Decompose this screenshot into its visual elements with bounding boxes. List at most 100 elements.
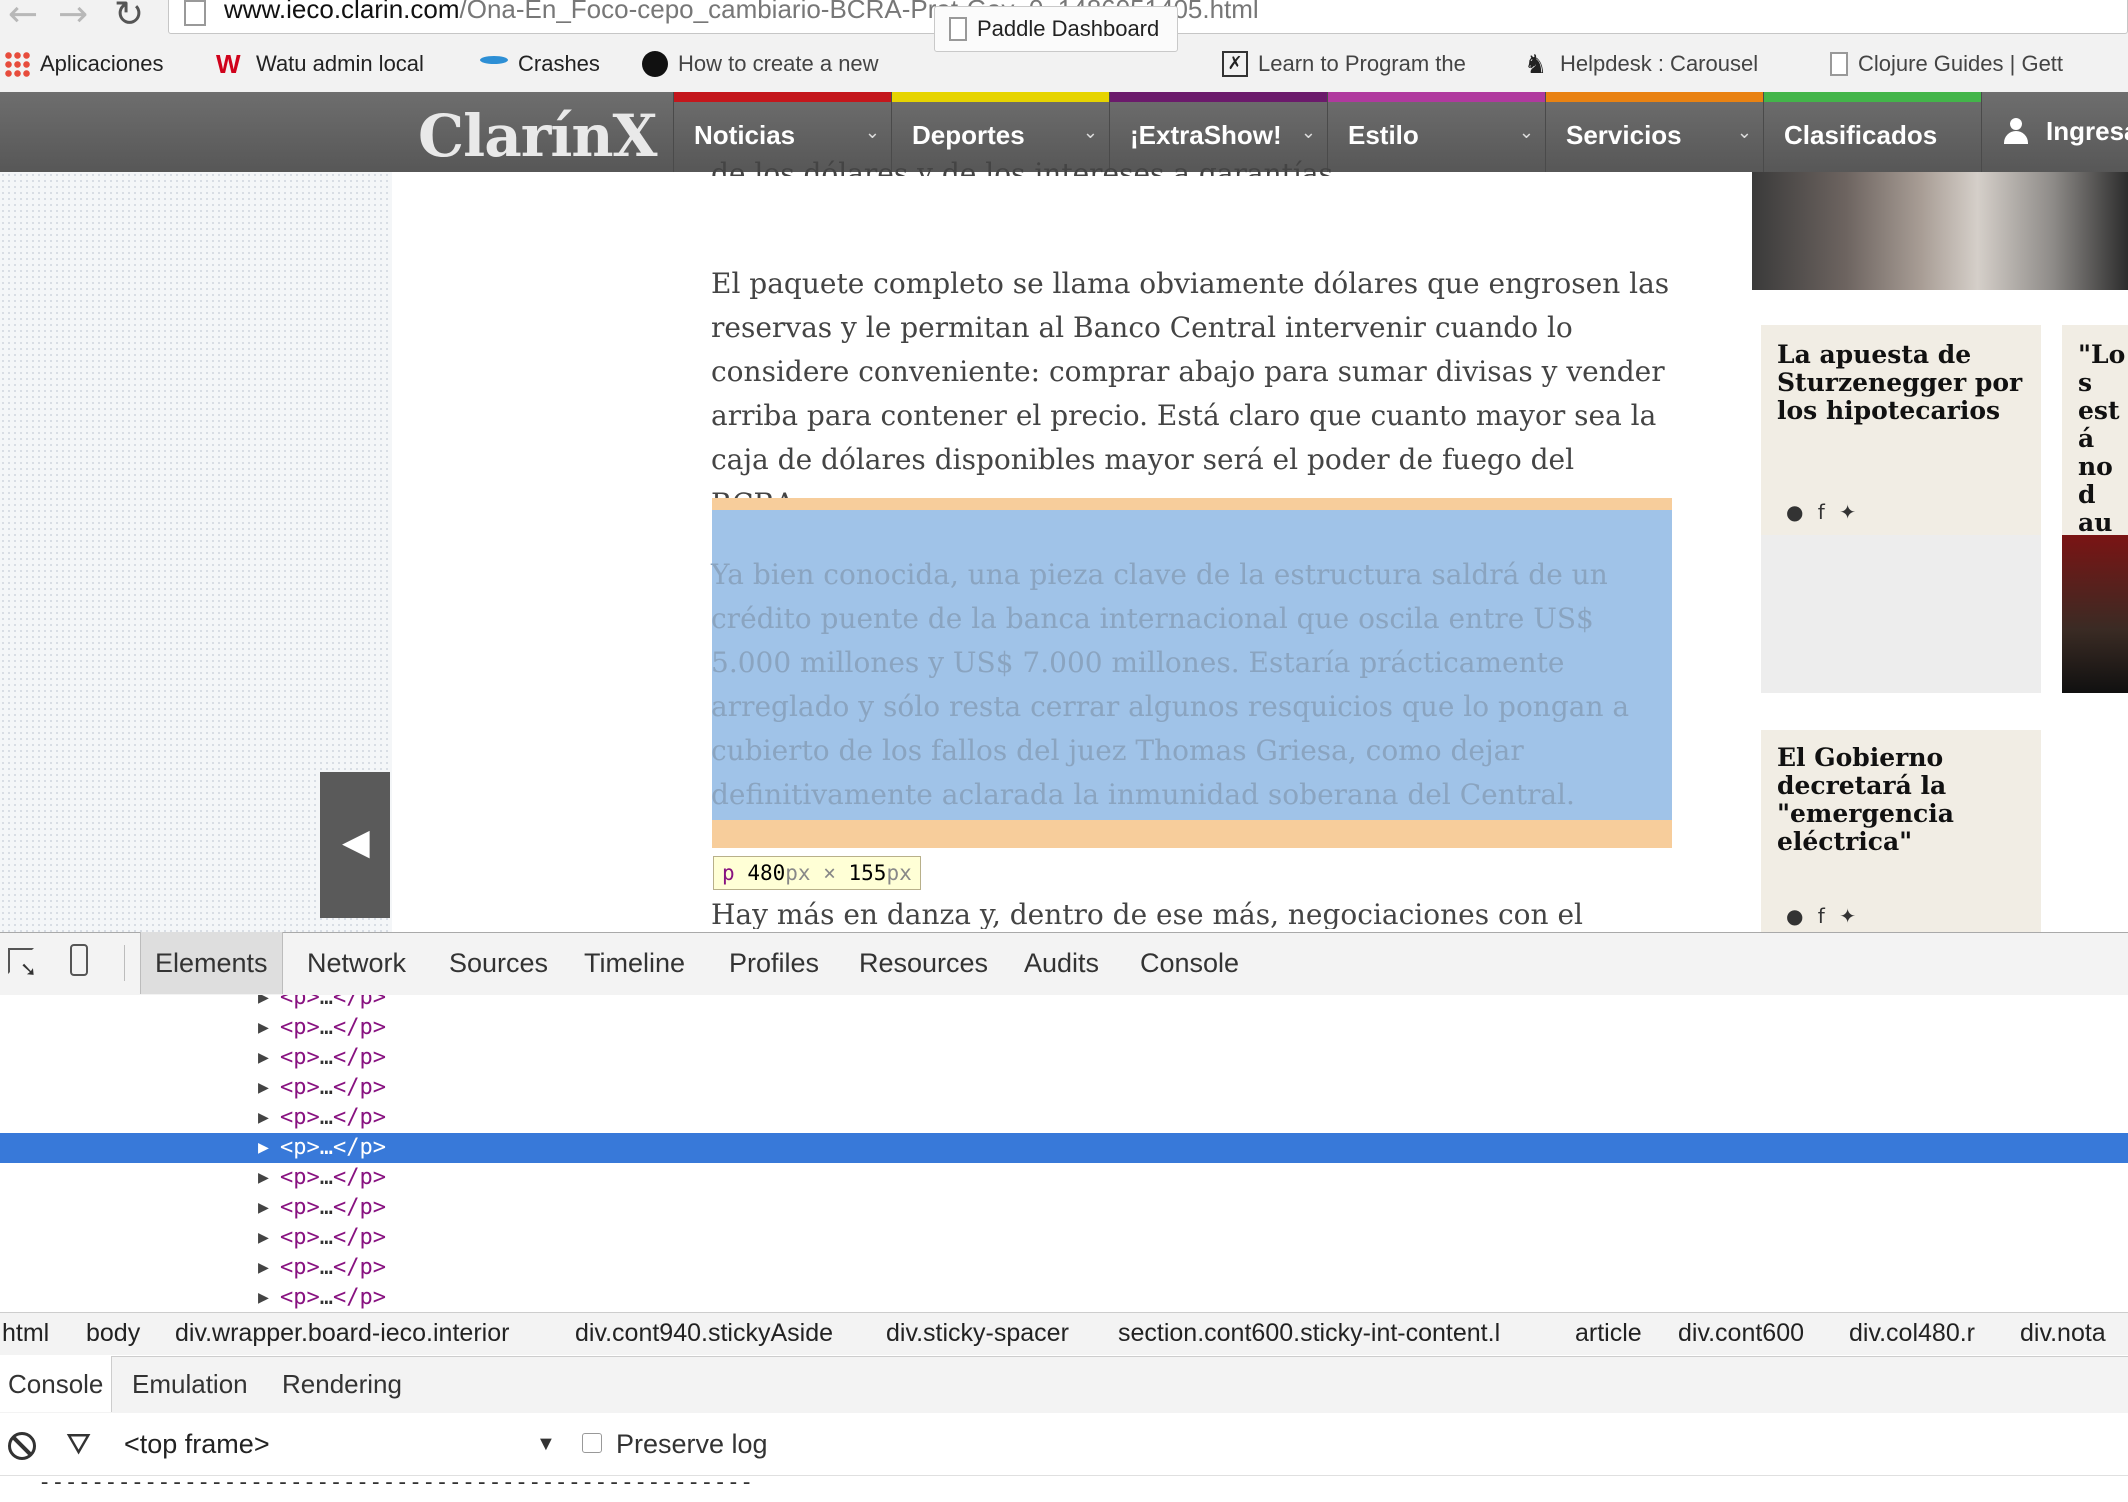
- filter-icon[interactable]: ⛛: [66, 1430, 91, 1460]
- card-title[interactable]: La apuesta de Sturzenegger por los hipot…: [1777, 341, 2027, 425]
- breadcrumb-item[interactable]: section.cont600.sticky-int-content.l: [1118, 1312, 1500, 1354]
- breadcrumb-item[interactable]: div.wrapper.board-ieco.interior: [175, 1312, 509, 1354]
- toolbar-divider: [124, 945, 125, 981]
- breadcrumb-item[interactable]: div.cont940.stickyAside: [575, 1312, 833, 1354]
- bookmark-helpdesk[interactable]: ♞ Helpdesk : Carousel: [1524, 36, 1758, 92]
- expand-triangle-icon: ▶: [258, 1257, 269, 1278]
- chevron-down-icon: ⌄: [1736, 122, 1752, 142]
- dom-node[interactable]: ▶ <p>…</p>: [0, 995, 2128, 1013]
- related-card[interactable]: "Los está no d aum: [2062, 325, 2128, 535]
- share-icons[interactable]: ● f ✦: [1786, 904, 1860, 928]
- expand-triangle-icon: ▶: [258, 995, 269, 1008]
- chevron-down-icon: ⌄: [1300, 122, 1316, 142]
- nav-color-bar: [1546, 92, 1764, 102]
- nav-clasificados[interactable]: Clasificados: [1763, 92, 1982, 172]
- github-icon: [642, 51, 668, 77]
- chevron-down-icon: ⌄: [1518, 122, 1534, 142]
- site-logo[interactable]: ClarínX: [418, 102, 658, 170]
- nav-label: Servicios: [1566, 120, 1682, 150]
- bookmark-watu[interactable]: W Watu admin local: [216, 36, 424, 92]
- breadcrumb-item[interactable]: div.sticky-spacer: [886, 1312, 1069, 1354]
- article-photo[interactable]: [1752, 172, 2128, 290]
- dom-node[interactable]: ▶ <p>…</p>: [0, 1073, 2128, 1103]
- dom-node[interactable]: ▶ <p>…</p>: [0, 1193, 2128, 1223]
- breadcrumb-item[interactable]: div.cont600: [1678, 1312, 1804, 1354]
- tab-console[interactable]: Console: [1126, 932, 1253, 994]
- breadcrumb-item[interactable]: div.nota: [2020, 1312, 2106, 1354]
- clear-console-icon[interactable]: [8, 1432, 36, 1460]
- nav-color-bar: [1110, 92, 1328, 102]
- article-paragraph: El paquete completo se llama obviamente …: [711, 267, 1670, 520]
- bookmark-paddle[interactable]: Paddle Dashboard: [934, 6, 1179, 52]
- expand-triangle-icon: ▶: [258, 1077, 269, 1098]
- bookmark-label: Clojure Guides | Gett: [1858, 51, 2064, 76]
- drawer-tab-emulation[interactable]: Emulation: [124, 1356, 256, 1412]
- dom-node[interactable]: ▶ <p>…</p>: [0, 1223, 2128, 1253]
- nav-label: Ingresa: [2046, 116, 2128, 146]
- preserve-log-label: Preserve log: [616, 1429, 768, 1459]
- card-image: [1761, 535, 2041, 693]
- inspect-size-tooltip: p 480px × 155px: [713, 856, 921, 890]
- breadcrumb-item[interactable]: article: [1575, 1312, 1642, 1354]
- dom-node[interactable]: ▶ <p>…</p>: [0, 1013, 2128, 1043]
- tab-sources[interactable]: Sources: [435, 932, 562, 994]
- tab-network[interactable]: Network: [293, 932, 420, 994]
- expand-triangle-icon: ▶: [258, 1017, 269, 1038]
- nav-login[interactable]: Ingresa: [1981, 92, 2128, 172]
- highlighted-paragraph[interactable]: Ya bien conocida, una pieza clave de la …: [711, 553, 1671, 817]
- dom-node-selected[interactable]: ▶ <p>…</p>: [0, 1133, 2128, 1163]
- forward-icon[interactable]: →: [58, 0, 88, 35]
- dropdown-arrow-icon[interactable]: ▼: [536, 1413, 556, 1475]
- dom-node[interactable]: ▶ <p>…</p>: [0, 1043, 2128, 1073]
- apps-grid-icon: [4, 51, 30, 77]
- reload-icon[interactable]: ↻: [114, 0, 144, 35]
- nav-color-bar: [1764, 92, 1982, 102]
- card-title[interactable]: "Los está no d aum: [2078, 341, 2126, 536]
- tab-timeline[interactable]: Timeline: [570, 932, 699, 994]
- console-toolbar: [0, 1413, 2128, 1476]
- expand-triangle-icon: ▶: [258, 1227, 269, 1248]
- twitter-icon: ✦: [1839, 500, 1860, 524]
- breadcrumb-item[interactable]: body: [86, 1312, 140, 1354]
- chevron-down-icon: ⌄: [1082, 122, 1098, 142]
- page-icon: [949, 17, 967, 41]
- dom-node[interactable]: ▶ <p>…</p>: [0, 1163, 2128, 1193]
- bookmark-clojure[interactable]: Clojure Guides | Gett: [1830, 36, 2063, 92]
- inspect-element-icon[interactable]: ➘: [8, 948, 38, 980]
- nav-label: Clasificados: [1784, 120, 1938, 150]
- nav-color-bar: [892, 92, 1110, 102]
- tab-audits[interactable]: Audits: [1010, 932, 1113, 994]
- dom-node[interactable]: ▶ <p>…</p>: [0, 1253, 2128, 1283]
- nav-label: Noticias: [694, 120, 796, 150]
- bookmark-github[interactable]: How to create a new: [642, 36, 879, 92]
- bookmark-apps[interactable]: Aplicaciones: [4, 36, 164, 92]
- bookmark-label: Watu admin local: [256, 51, 424, 76]
- chevron-down-icon: ⌄: [864, 122, 880, 142]
- expand-triangle-icon: ▶: [258, 1047, 269, 1068]
- drawer-tab-rendering[interactable]: Rendering: [274, 1356, 410, 1412]
- collapse-sidebar-button[interactable]: ◀: [320, 772, 390, 918]
- drawer-tab-console[interactable]: Console: [0, 1356, 113, 1412]
- dom-node[interactable]: ▶ <p>…</p>: [0, 1283, 2128, 1309]
- share-icons[interactable]: ● f ✦: [1786, 500, 1860, 524]
- bookmark-crashes[interactable]: Crashes: [480, 36, 600, 92]
- nav-label: Deportes: [912, 120, 1025, 150]
- tab-resources[interactable]: Resources: [845, 932, 1002, 994]
- tab-profiles[interactable]: Profiles: [715, 932, 833, 994]
- preserve-log-checkbox[interactable]: [582, 1433, 602, 1453]
- breadcrumb-item[interactable]: html: [2, 1312, 49, 1354]
- twitter-icon: ✦: [1839, 904, 1860, 928]
- back-icon[interactable]: ←: [8, 0, 38, 35]
- puzzle-icon: ✗: [1222, 51, 1248, 77]
- dom-node[interactable]: ▶ <p>…</p>: [0, 1103, 2128, 1133]
- frame-select[interactable]: <top frame>: [124, 1413, 270, 1475]
- chevron-left-icon: ◀: [342, 822, 370, 863]
- bookmark-label: Learn to Program the: [1258, 51, 1466, 76]
- card-image: [2062, 535, 2128, 693]
- tab-elements[interactable]: Elements: [140, 932, 283, 994]
- card-title[interactable]: El Gobierno decretará la "emergencia elé…: [1777, 744, 2027, 856]
- device-mode-icon[interactable]: [70, 944, 88, 976]
- breadcrumb-item[interactable]: div.col480.r: [1849, 1312, 1975, 1354]
- nav-color-bar: [674, 92, 892, 102]
- bookmark-learn[interactable]: ✗ Learn to Program the: [1222, 36, 1466, 92]
